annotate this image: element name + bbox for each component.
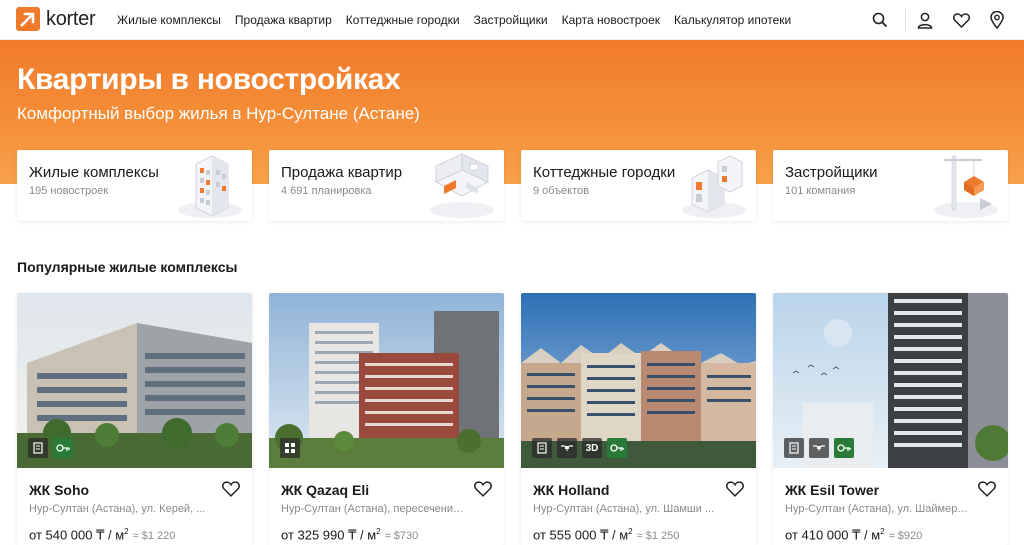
complex-address: Нур-Султан (Астана), ул. Керей, ... (29, 503, 206, 515)
docs-icon (784, 438, 804, 458)
category-count: 195 новостроек (29, 185, 109, 197)
3d-tour-badge: 3D (582, 438, 602, 458)
key-icon (53, 438, 73, 458)
complex-name[interactable]: ЖК Holland (533, 482, 609, 498)
favorite-heart-icon[interactable] (222, 481, 240, 499)
korter-logo[interactable]: korter (16, 7, 96, 31)
drone-icon (809, 438, 829, 458)
favorite-heart-icon[interactable] (978, 481, 996, 499)
category-title: Продажа квартир (281, 164, 403, 181)
complex-price: от 555 000 ₸ / м2 ≈ $1 250 (533, 527, 680, 543)
category-count: 9 объектов (533, 185, 590, 197)
complex-card-holland[interactable]: 3D ЖК Holland Нур-Султан (Астана), ул. Ш… (521, 293, 756, 545)
drone-icon (557, 438, 577, 458)
nav-developers[interactable]: Застройщики (474, 13, 548, 27)
complex-price: от 410 000 ₸ / м2 ≈ $920 (785, 527, 923, 543)
docs-icon (28, 438, 48, 458)
complex-price: от 540 000 ₸ / м2 ≈ $1 220 (29, 527, 176, 543)
price-usd: ≈ $1 250 (636, 530, 680, 543)
nav-apartments-sale[interactable]: Продажа квартир (235, 13, 332, 27)
category-title: Застройщики (785, 164, 878, 181)
complex-card-soho[interactable]: ЖК Soho Нур-Султан (Астана), ул. Керей, … (17, 293, 252, 545)
price-value: от 555 000 ₸ / м (533, 527, 629, 543)
nav-complexes[interactable]: Жилые комплексы (117, 13, 221, 27)
complex-photo[interactable]: 3D (521, 293, 756, 468)
favorite-heart-icon[interactable] (726, 481, 744, 499)
photo-badges (28, 438, 78, 458)
price-usd: ≈ $730 (384, 530, 419, 543)
category-card-developers[interactable]: Застройщики 101 компания (773, 150, 1008, 221)
price-value: от 540 000 ₸ / м (29, 527, 125, 543)
complex-photo[interactable] (269, 293, 504, 468)
building-icon (178, 155, 242, 218)
complex-name[interactable]: ЖК Qazaq Eli (281, 482, 369, 498)
complex-card-qazaq-eli[interactable]: ЖК Qazaq Eli Нур-Султан (Астана), пересе… (269, 293, 504, 545)
complex-name[interactable]: ЖК Soho (29, 482, 89, 498)
docs-icon (532, 438, 552, 458)
logo-arrow-icon (16, 7, 40, 31)
apartment-plan-icon (430, 153, 494, 218)
favorite-heart-icon[interactable] (474, 481, 492, 499)
photo-badges: 3D (532, 438, 632, 458)
page-subtitle: Комфортный выбор жилья в Нур-Султане (Ас… (17, 104, 420, 123)
complex-card-esil-tower[interactable]: ЖК Esil Tower Нур-Султан (Астана), ул. Ш… (773, 293, 1008, 545)
complex-photo[interactable] (773, 293, 1008, 468)
nav-cottage-towns[interactable]: Коттеджные городки (346, 13, 460, 27)
key-icon (607, 438, 627, 458)
top-header: korter Жилые комплексы Продажа квартир К… (0, 0, 1024, 40)
complex-address: Нур-Султан (Астана), ул. Шамши ... (533, 503, 715, 515)
price-usd: ≈ $1 220 (132, 530, 176, 543)
category-title: Жилые комплексы (29, 164, 159, 181)
price-value: от 325 990 ₸ / м (281, 527, 377, 543)
complex-address: Нур-Султан (Астана), пересечение ... (281, 503, 466, 515)
category-card-apartments[interactable]: Продажа квартир 4 691 планировка (269, 150, 504, 221)
search-icon[interactable] (869, 9, 891, 31)
popular-section-title: Популярные жилые комплексы (17, 259, 238, 275)
complex-address: Нур-Султан (Астана), ул. Шаймерден ... (785, 503, 970, 515)
main-nav: Жилые комплексы Продажа квартир Коттеджн… (117, 0, 805, 40)
user-icon[interactable] (914, 9, 936, 31)
photo-badges (280, 438, 305, 458)
category-count: 101 компания (785, 185, 856, 197)
layout-icon (280, 438, 300, 458)
cottage-icon (682, 155, 746, 218)
complex-price: от 325 990 ₸ / м2 ≈ $730 (281, 527, 419, 543)
heart-icon[interactable] (950, 9, 972, 31)
photo-badges (784, 438, 859, 458)
crane-icon (934, 155, 998, 218)
category-count: 4 691 планировка (281, 185, 372, 197)
category-card-complexes[interactable]: Жилые комплексы 195 новостроек (17, 150, 252, 221)
category-card-cottages[interactable]: Коттеджные городки 9 объектов (521, 150, 756, 221)
nav-mortgage-calculator[interactable]: Калькулятор ипотеки (674, 13, 791, 27)
complex-name[interactable]: ЖК Esil Tower (785, 482, 879, 498)
page-title: Квартиры в новостройках (17, 63, 401, 96)
logo-text: korter (46, 7, 96, 30)
nav-new-buildings-map[interactable]: Карта новостроек (562, 13, 660, 27)
key-icon (834, 438, 854, 458)
price-value: от 410 000 ₸ / м (785, 527, 881, 543)
header-actions (869, 9, 1008, 31)
price-usd: ≈ $920 (888, 530, 923, 543)
header-divider (905, 9, 906, 31)
map-pin-icon[interactable] (986, 9, 1008, 31)
complex-photo[interactable] (17, 293, 252, 468)
category-title: Коттеджные городки (533, 164, 676, 181)
